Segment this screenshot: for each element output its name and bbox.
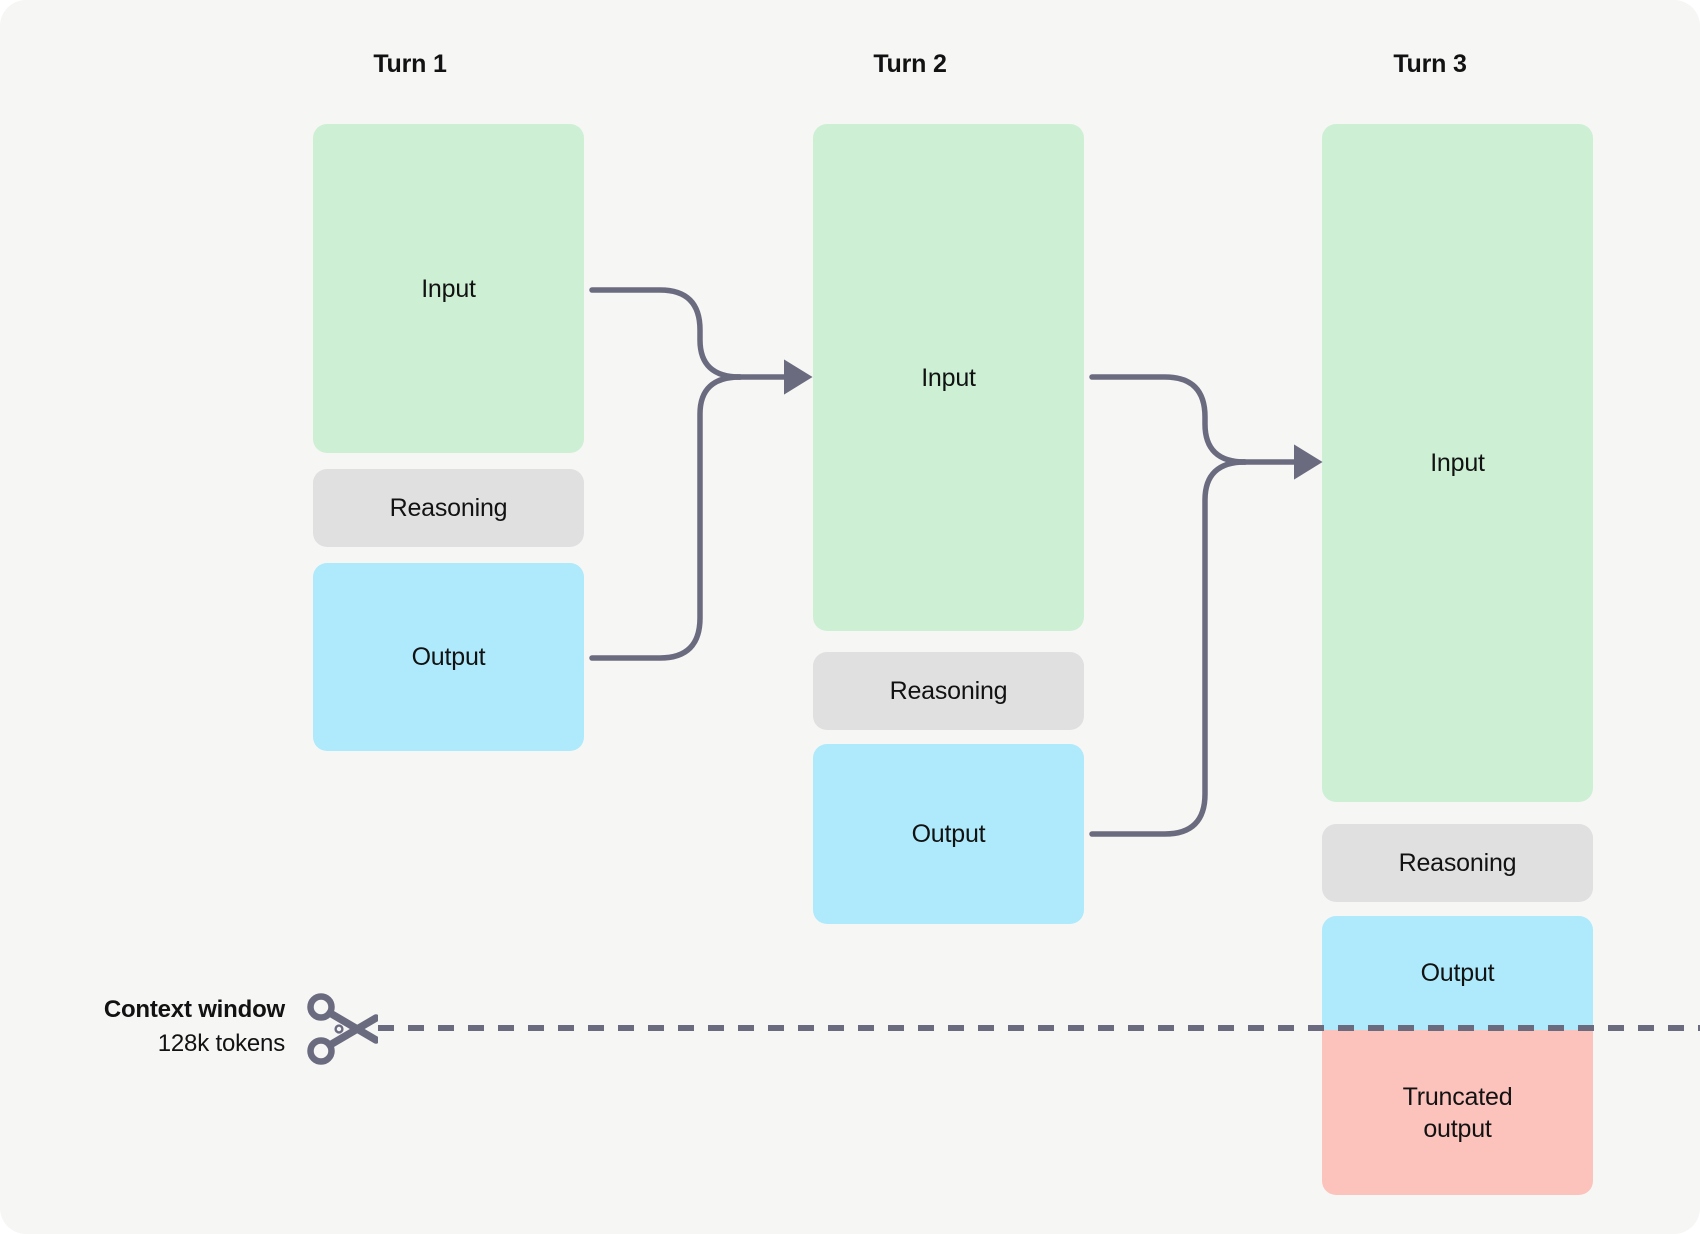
context-window-title: Context window (103, 996, 285, 1023)
turn-2-input-block: Input (813, 124, 1084, 631)
turn-1-reasoning-block: Reasoning (313, 469, 584, 547)
turn-3-output-label: Output (1420, 959, 1495, 987)
turn-3-truncated-output-block: Truncated output (1322, 1030, 1593, 1195)
context-window-subtitle: 128k tokens (157, 1030, 285, 1057)
turn-1-output-label: Output (411, 643, 486, 671)
turn-2-reasoning-label: Reasoning (889, 677, 1008, 705)
turn-3-truncated-label-line1: Truncated (1402, 1082, 1513, 1111)
turn-2-title: Turn 2 (873, 50, 947, 78)
diagram-canvas: Turn 1 Turn 2 Turn 3 Input Reasoning Out… (0, 0, 1700, 1234)
turn-2-reasoning-block: Reasoning (813, 652, 1084, 730)
connector-turn1-input-to-turn2 (589, 287, 743, 380)
turn-1-title: Turn 1 (373, 50, 447, 78)
turn-1-input-block: Input (313, 124, 584, 453)
turn-1-output-block: Output (313, 563, 584, 751)
turn-2-input-label: Input (921, 363, 976, 392)
turn-2-output-label: Output (911, 820, 986, 848)
turn-2-output-block: Output (813, 744, 1084, 924)
turn-1-reasoning-label: Reasoning (389, 494, 508, 522)
turn-3-input-label: Input (1430, 449, 1485, 477)
turn-3-input-block: Input (1322, 124, 1593, 802)
scissors-icon (307, 993, 378, 1065)
connector-turn1-output-to-turn2 (589, 374, 743, 661)
connector-turn2-input-to-turn3 (1089, 374, 1248, 465)
turn-1-input-label: Input (421, 274, 476, 303)
turn-3-reasoning-label: Reasoning (1398, 849, 1517, 877)
connector-turn2-output-to-turn3 (1089, 459, 1248, 837)
context-window-label: Context window 128k tokens (0, 996, 285, 1058)
turn-3-truncated-label-line2: output (1423, 1114, 1492, 1143)
turn-3-reasoning-block: Reasoning (1322, 824, 1593, 902)
turn-3-title: Turn 3 (1393, 50, 1467, 78)
turn-3-output-block: Output (1322, 916, 1593, 1030)
